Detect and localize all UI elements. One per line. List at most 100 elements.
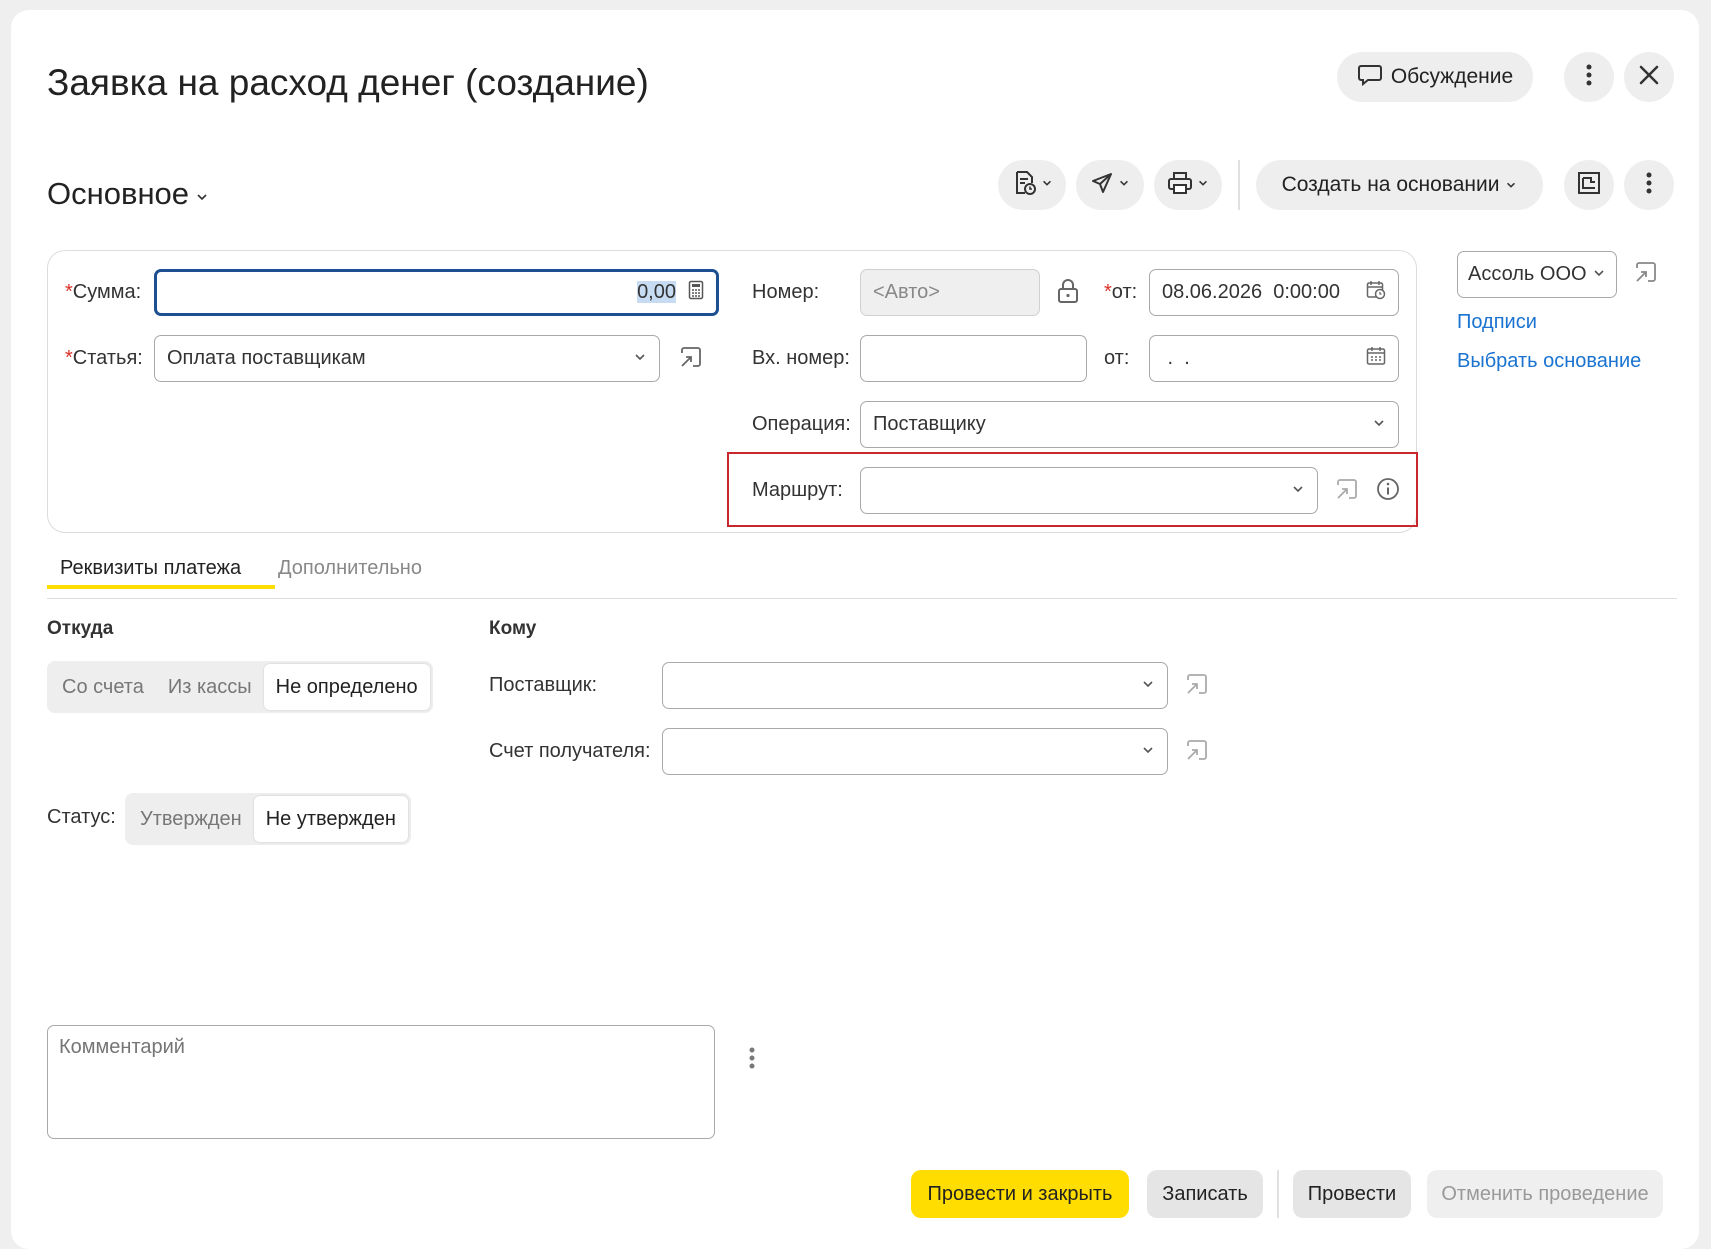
chevron-down-icon — [1505, 173, 1517, 197]
header-more-button[interactable] — [1564, 52, 1614, 102]
chat-icon — [1357, 61, 1383, 93]
post-button[interactable]: Провести — [1293, 1170, 1411, 1218]
from-heading: Откуда — [47, 618, 114, 639]
hierarchy-icon — [1576, 170, 1602, 201]
route-label: Маршрут: — [752, 479, 843, 501]
tab-additional[interactable]: Дополнительно — [278, 557, 422, 580]
chevron-down-icon — [1291, 479, 1305, 502]
date-value: 08.06.2026 0:00:00 — [1162, 281, 1340, 303]
discussion-label: Обсуждение — [1390, 65, 1514, 88]
incoming-number-input[interactable] — [860, 335, 1087, 382]
open-link-icon — [1184, 671, 1210, 702]
sum-value: 0,00 — [637, 281, 676, 303]
from-option-cash[interactable]: Из кассы — [156, 664, 264, 710]
choose-basis-link[interactable]: Выбрать основание — [1457, 350, 1641, 373]
send-button[interactable] — [1076, 160, 1144, 210]
calendar-clock-icon[interactable] — [1366, 280, 1386, 306]
toolbar-more-button[interactable] — [1624, 160, 1674, 210]
tab-payment-details[interactable]: Реквизиты платежа — [60, 557, 241, 580]
operation-value: Поставщику — [873, 413, 986, 435]
dialog-window: Заявка на расход денег (создание) Обсужд… — [11, 10, 1699, 1249]
more-vertical-icon — [749, 1047, 755, 1074]
supplier-select[interactable] — [662, 662, 1168, 709]
active-tab-indicator — [47, 585, 275, 589]
close-button[interactable] — [1624, 52, 1674, 102]
route-select[interactable] — [860, 467, 1318, 514]
sum-label: *Сумма: — [65, 281, 142, 303]
status-segmented: Утвержден Не утвержден — [125, 793, 411, 845]
comment-more-button[interactable] — [742, 1045, 762, 1075]
recipient-account-open-button[interactable] — [1182, 737, 1212, 767]
open-link-icon — [1633, 259, 1659, 290]
document-status-button[interactable] — [998, 160, 1066, 210]
chevron-down-icon — [195, 176, 209, 212]
date-input[interactable]: 08.06.2026 0:00:00 — [1149, 269, 1399, 316]
date-label: *от: — [1104, 281, 1138, 303]
incoming-date-input[interactable]: . . — [1149, 335, 1399, 382]
number-input: <Авто> — [860, 269, 1040, 316]
supplier-open-button[interactable] — [1182, 671, 1212, 701]
comment-textarea[interactable] — [47, 1025, 715, 1139]
open-link-icon — [1334, 476, 1360, 507]
footer-divider — [1277, 1170, 1279, 1218]
printer-icon — [1167, 171, 1193, 200]
info-icon — [1376, 477, 1400, 506]
organization-value: Ассоль ООО — [1468, 263, 1587, 285]
toolbar-divider — [1238, 160, 1240, 210]
post-and-close-button[interactable]: Провести и закрыть — [911, 1170, 1129, 1218]
recipient-account-label: Счет получателя: — [489, 740, 651, 762]
route-info-button[interactable] — [1373, 476, 1403, 506]
chevron-down-icon — [1041, 176, 1053, 194]
article-open-button[interactable] — [676, 344, 706, 374]
incoming-date-label: от: — [1104, 347, 1130, 369]
status-option-approved[interactable]: Утвержден — [128, 796, 254, 842]
status-option-not-approved[interactable]: Не утвержден — [253, 796, 408, 842]
signatures-link[interactable]: Подписи — [1457, 311, 1537, 334]
status-label: Статус: — [47, 806, 116, 828]
operation-label: Операция: — [752, 413, 851, 435]
from-option-undefined[interactable]: Не определено — [263, 664, 430, 710]
from-segmented: Со счета Из кассы Не определено — [47, 661, 433, 713]
chevron-down-icon — [1197, 176, 1209, 194]
organization-open-button[interactable] — [1631, 259, 1661, 289]
tabs-divider — [47, 598, 1677, 599]
document-clock-icon — [1011, 170, 1037, 201]
calculator-icon[interactable] — [688, 280, 704, 306]
chevron-down-icon — [1592, 263, 1606, 286]
sum-input[interactable]: 0,00 — [154, 269, 719, 316]
number-lock-button[interactable] — [1053, 278, 1083, 308]
number-placeholder: <Авто> — [873, 281, 940, 303]
from-option-account[interactable]: Со счета — [50, 664, 156, 710]
calendar-icon[interactable] — [1366, 346, 1386, 372]
chevron-down-icon — [1141, 740, 1155, 763]
discussion-button[interactable]: Обсуждение — [1337, 52, 1533, 102]
recipient-account-select[interactable] — [662, 728, 1168, 775]
chevron-down-icon — [1141, 674, 1155, 697]
save-button[interactable]: Записать — [1147, 1170, 1263, 1218]
more-vertical-icon — [1586, 64, 1592, 91]
open-link-icon — [1184, 737, 1210, 768]
article-select[interactable]: Оплата поставщикам — [154, 335, 660, 382]
print-button[interactable] — [1154, 160, 1222, 210]
number-label: Номер: — [752, 281, 820, 303]
send-icon — [1090, 171, 1114, 200]
organization-select[interactable]: Ассоль ООО — [1457, 251, 1617, 298]
cancel-posting-button[interactable]: Отменить проведение — [1427, 1170, 1663, 1218]
page-title: Заявка на расход денег (создание) — [47, 62, 649, 103]
article-value: Оплата поставщикам — [167, 347, 366, 369]
create-based-label: Создать на основании — [1281, 173, 1500, 196]
section-label: Основное — [47, 176, 190, 211]
operation-select[interactable]: Поставщику — [860, 401, 1399, 448]
close-icon — [1638, 64, 1660, 91]
incoming-date-value: . . — [1162, 347, 1190, 369]
structure-button[interactable] — [1564, 160, 1614, 210]
chevron-down-icon — [1372, 413, 1386, 436]
section-selector[interactable]: Основное — [47, 176, 209, 212]
chevron-down-icon — [1118, 176, 1130, 194]
open-link-icon — [678, 344, 704, 375]
route-open-button[interactable] — [1332, 476, 1362, 506]
lock-icon — [1057, 278, 1079, 309]
create-based-on-button[interactable]: Создать на основании — [1256, 160, 1543, 210]
more-vertical-icon — [1646, 172, 1652, 199]
to-heading: Кому — [489, 618, 537, 639]
